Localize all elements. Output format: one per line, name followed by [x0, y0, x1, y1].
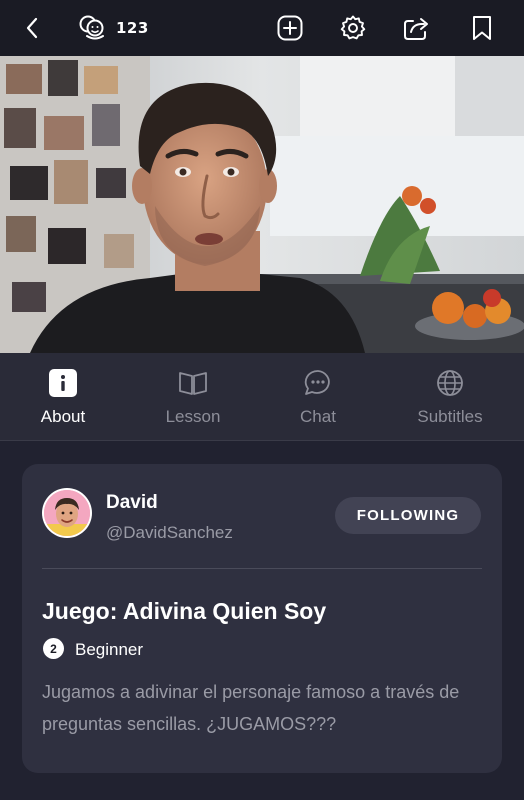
tab-about-label: About — [40, 407, 86, 426]
tab-bar: About Lesson Chat Subtitles — [0, 353, 524, 441]
book-icon — [179, 372, 207, 395]
viewer-count: 123 — [116, 19, 149, 37]
about-card: David @DavidSanchez FOLLOWING Juego: Adi… — [22, 464, 502, 773]
video-frame — [0, 56, 524, 353]
tab-subtitles-label: Subtitles — [417, 407, 483, 426]
lesson-title: Juego: Adivina Quien Soy — [42, 598, 327, 624]
share-button[interactable] — [397, 0, 437, 56]
top-bar: 123 — [0, 0, 524, 56]
tab-chat[interactable]: Chat — [268, 353, 368, 441]
lesson-description: Jugamos a adivinar el personaje famoso a… — [42, 682, 460, 734]
level-label: Beginner — [75, 640, 144, 659]
following-button[interactable]: FOLLOWING — [335, 497, 481, 534]
tab-subtitles[interactable]: Subtitles — [400, 353, 500, 441]
level-badge: 2 — [43, 638, 64, 659]
bookmark-button[interactable] — [462, 0, 502, 56]
viewers-button[interactable] — [74, 0, 110, 56]
viewers-icon — [79, 15, 104, 40]
author-name[interactable]: David — [106, 492, 158, 514]
video-player[interactable] — [0, 56, 524, 353]
bookmark-icon — [473, 16, 491, 40]
tab-lesson[interactable]: Lesson — [143, 353, 243, 441]
add-icon — [277, 15, 303, 41]
info-icon — [49, 369, 77, 397]
settings-button[interactable] — [333, 0, 373, 56]
avatar[interactable] — [42, 488, 92, 538]
share-icon — [404, 18, 428, 40]
divider — [42, 568, 482, 569]
tab-about[interactable]: About — [13, 353, 113, 441]
add-button[interactable] — [270, 0, 310, 56]
tab-lesson-label: Lesson — [165, 407, 221, 426]
back-button[interactable] — [14, 0, 50, 56]
tab-chat-label: Chat — [300, 407, 336, 426]
globe-icon — [437, 370, 463, 396]
chat-icon — [304, 370, 330, 395]
author-handle: @DavidSanchez — [106, 523, 233, 542]
gear-icon — [340, 15, 366, 40]
back-icon — [26, 17, 38, 39]
avatar-image — [44, 490, 90, 536]
